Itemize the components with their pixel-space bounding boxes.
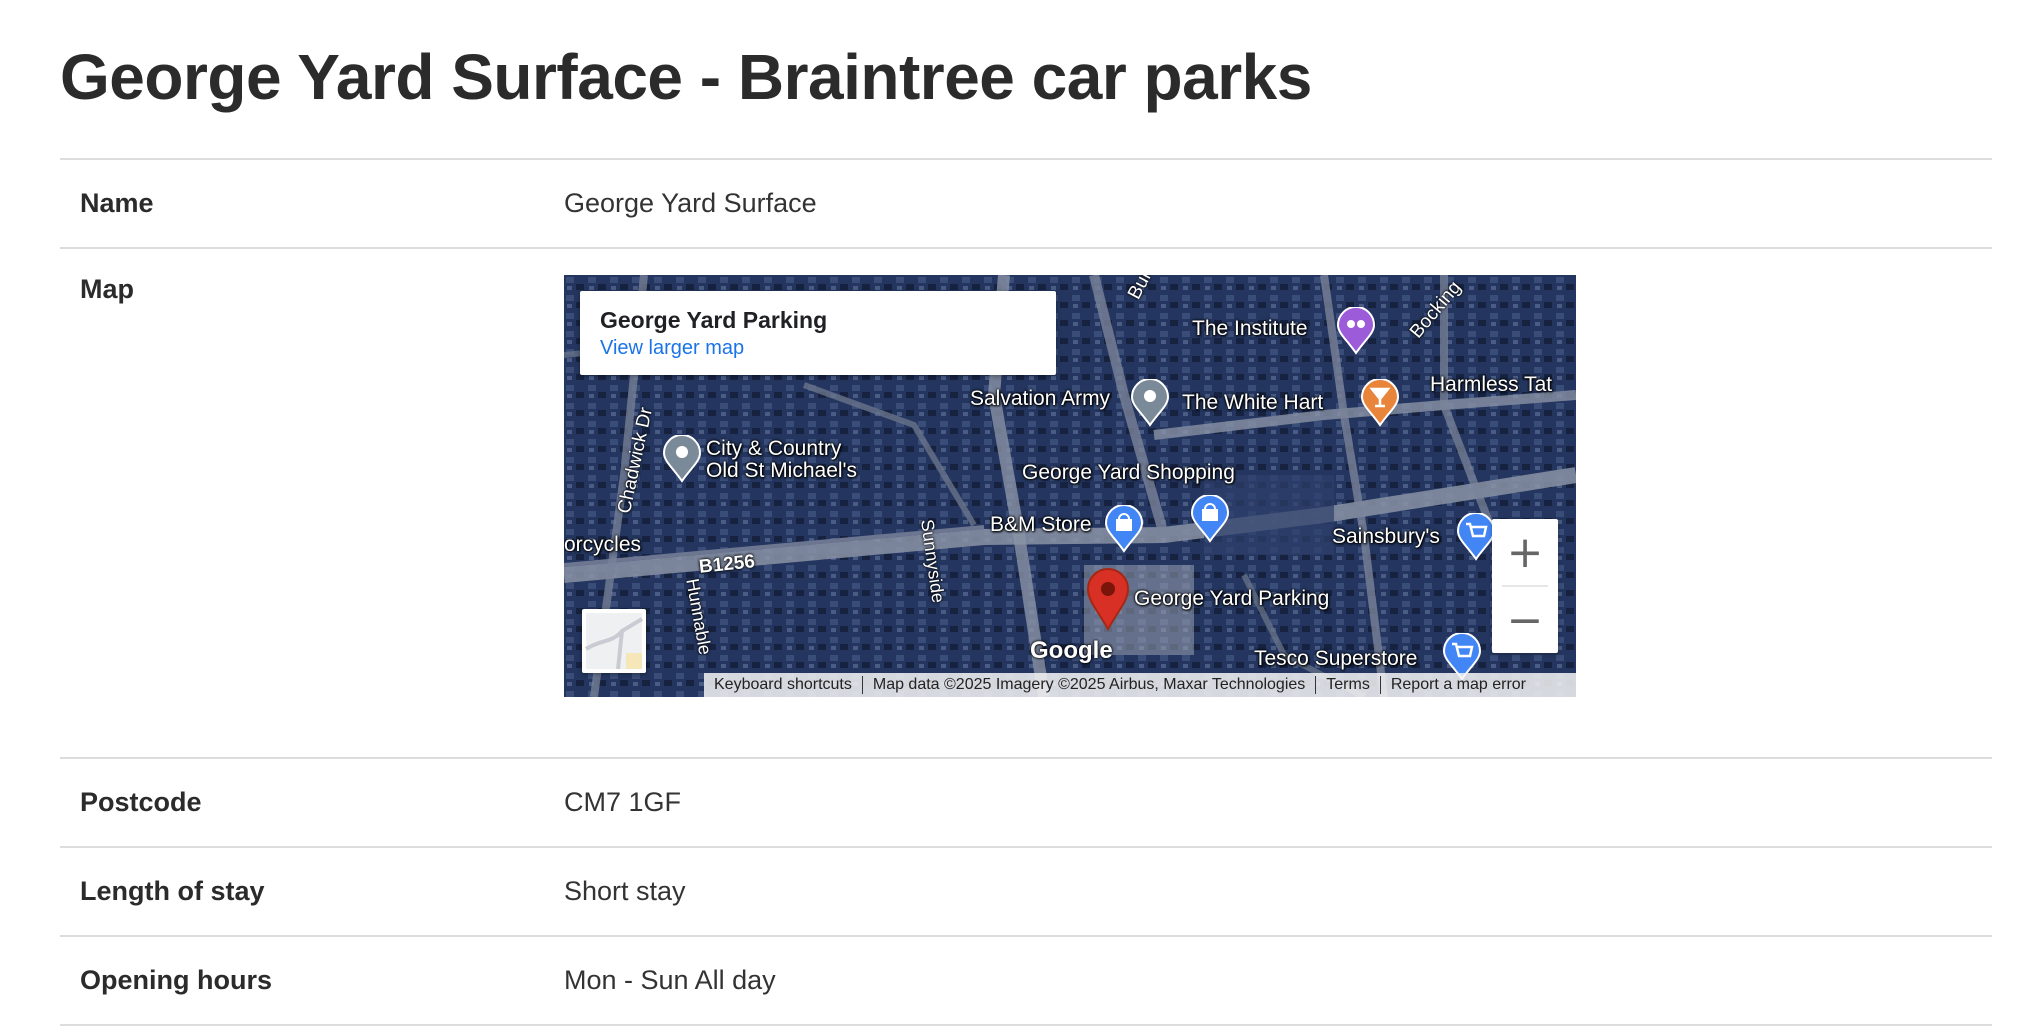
- place-label-sainsburys: Sainsbury's: [1332, 525, 1440, 548]
- length-of-stay-value: Short stay: [564, 847, 1992, 937]
- map-attribution-bar: Keyboard shortcuts Map data ©2025 Imager…: [704, 673, 1576, 697]
- postcode-value: CM7 1GF: [564, 758, 1992, 848]
- google-logo: Google: [1030, 637, 1113, 664]
- place-label-old-st-michaels: Old St Michael's: [706, 459, 858, 482]
- map-layer-toggle-button[interactable]: [582, 609, 646, 673]
- name-value: George Yard Surface: [564, 158, 1992, 249]
- location-poi-icon[interactable]: [662, 435, 702, 483]
- place-label-motorcycles: orcycles: [564, 533, 642, 556]
- place-label-bm-store: B&M Store: [990, 513, 1092, 536]
- bar-poi-icon[interactable]: [1336, 307, 1376, 355]
- table-row-name: Name George Yard Surface: [60, 158, 1992, 249]
- length-of-stay-label: Length of stay: [60, 847, 564, 937]
- terms-link[interactable]: Terms: [1316, 676, 1380, 694]
- map-thumbnail-icon: [584, 613, 644, 670]
- zoom-out-button[interactable]: −: [1492, 587, 1558, 653]
- opening-hours-value: Mon - Sun All day: [564, 936, 1992, 1026]
- table-row-map: Map George Yard Parking View larger map …: [60, 248, 1992, 759]
- zoom-in-button[interactable]: +: [1492, 519, 1558, 585]
- place-label-tesco: Tesco Superstore: [1254, 647, 1418, 670]
- location-poi-icon[interactable]: [1130, 379, 1170, 427]
- table-row-postcode: Postcode CM7 1GF: [60, 758, 1992, 848]
- place-info-card: George Yard Parking View larger map: [580, 291, 1056, 375]
- map-data-credit: Map data ©2025 Imagery ©2025 Airbus, Max…: [872, 676, 1306, 693]
- zoom-controls: + −: [1492, 519, 1558, 653]
- place-label-george-yard-parking: George Yard Parking: [1134, 587, 1330, 610]
- shopping-cart-poi-icon[interactable]: [1456, 513, 1496, 561]
- keyboard-shortcuts-link[interactable]: Keyboard shortcuts: [704, 676, 862, 694]
- place-label-salvation: Salvation Army: [970, 387, 1111, 410]
- page: George Yard Surface - Braintree car park…: [0, 0, 2038, 1026]
- shopping-bag-poi-icon[interactable]: [1190, 495, 1230, 543]
- car-park-details-table: Name George Yard Surface Map George Yard…: [60, 158, 1992, 1026]
- shopping-bag-poi-icon[interactable]: [1104, 505, 1144, 553]
- place-label-george-yard-shopping: George Yard Shopping: [1022, 461, 1235, 484]
- name-label: Name: [60, 158, 564, 249]
- place-label-white-hart: The White Hart: [1182, 391, 1324, 414]
- postcode-label: Postcode: [60, 758, 564, 848]
- cocktail-poi-icon[interactable]: [1360, 379, 1400, 427]
- embedded-map[interactable]: George Yard Parking View larger map Buny…: [564, 275, 1576, 697]
- view-larger-map-link[interactable]: View larger map: [600, 337, 744, 360]
- place-label-institute: The Institute: [1192, 317, 1308, 340]
- opening-hours-label: Opening hours: [60, 936, 564, 1026]
- red-location-marker-icon[interactable]: [1086, 567, 1130, 631]
- page-title: George Yard Surface - Braintree car park…: [60, 41, 1312, 113]
- place-title: George Yard Parking: [600, 307, 828, 333]
- table-row-opening-hours: Opening hours Mon - Sun All day: [60, 936, 1992, 1026]
- table-row-length-of-stay: Length of stay Short stay: [60, 847, 1992, 937]
- map-label: Map: [60, 248, 564, 759]
- report-map-error-link[interactable]: Report a map error: [1381, 676, 1536, 694]
- place-label-harmless: Harmless Tat: [1430, 373, 1553, 396]
- place-label-city-country: City & Country: [706, 437, 842, 460]
